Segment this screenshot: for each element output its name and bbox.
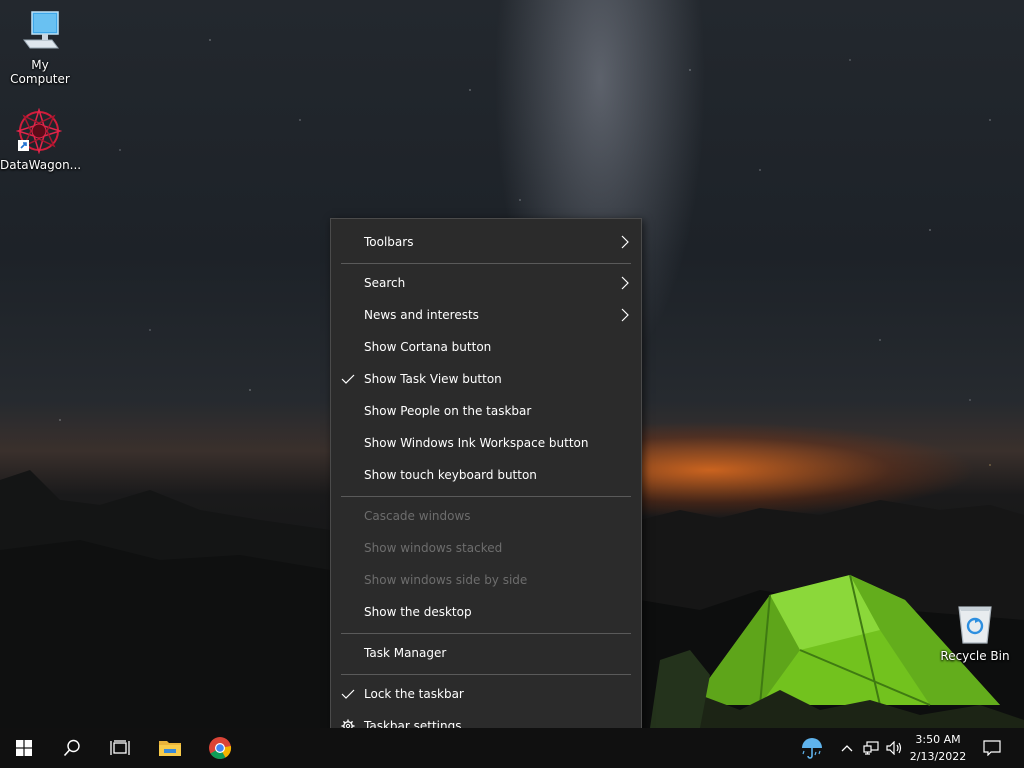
menu-item-label: Cascade windows bbox=[364, 509, 471, 523]
menu-item-label: Show windows stacked bbox=[364, 541, 503, 555]
menu-item-windows-side-by-side: Show windows side by side bbox=[331, 564, 641, 596]
menu-item-news-and-interests[interactable]: News and interests bbox=[331, 299, 641, 331]
desktop-icon-datawagon[interactable]: DataWagon... bbox=[0, 108, 82, 172]
menu-separator bbox=[341, 633, 631, 634]
network-button[interactable] bbox=[860, 728, 882, 768]
desktop-icon-label: DataWagon... bbox=[0, 158, 82, 172]
menu-item-label: Show Windows Ink Workspace button bbox=[364, 436, 589, 450]
menu-item-label: Show touch keyboard button bbox=[364, 468, 537, 482]
start-icon bbox=[16, 740, 32, 756]
chrome-icon bbox=[209, 737, 232, 759]
menu-item-lock-taskbar[interactable]: Lock the taskbar bbox=[331, 678, 641, 710]
menu-item-label: News and interests bbox=[364, 308, 479, 322]
clock-time: 3:50 AM bbox=[915, 733, 961, 746]
menu-separator bbox=[341, 674, 631, 675]
menu-item-show-cortana[interactable]: Show Cortana button bbox=[331, 331, 641, 363]
search-icon bbox=[63, 739, 80, 757]
chevron-right-icon bbox=[621, 235, 629, 249]
checkmark-icon bbox=[341, 689, 355, 699]
recycle-bin-icon bbox=[958, 606, 992, 644]
menu-item-label: Show windows side by side bbox=[364, 573, 528, 587]
desktop-icon-label: Recycle Bin bbox=[940, 649, 1010, 663]
computer-icon bbox=[23, 11, 59, 49]
menu-item-label: Show Task View button bbox=[364, 372, 502, 386]
menu-item-task-manager[interactable]: Task Manager bbox=[331, 637, 641, 669]
chevron-up-icon bbox=[841, 745, 853, 752]
file-explorer-button[interactable] bbox=[146, 728, 194, 768]
desktop-icon-label: My Computer bbox=[10, 58, 70, 86]
menu-item-show-task-view[interactable]: Show Task View button bbox=[331, 363, 641, 395]
file-explorer-icon bbox=[159, 741, 181, 756]
menu-item-show-ink-workspace[interactable]: Show Windows Ink Workspace button bbox=[331, 427, 641, 459]
menu-item-search[interactable]: Search bbox=[331, 267, 641, 299]
show-hidden-icons-button[interactable] bbox=[836, 728, 858, 768]
menu-separator bbox=[341, 496, 631, 497]
chevron-right-icon bbox=[621, 276, 629, 290]
notification-center-button[interactable] bbox=[980, 728, 1004, 768]
network-icon bbox=[863, 741, 879, 755]
menu-item-label: Show People on the taskbar bbox=[364, 404, 532, 418]
volume-button[interactable] bbox=[884, 728, 906, 768]
menu-item-label: Search bbox=[364, 276, 406, 290]
menu-item-show-touch-keyboard[interactable]: Show touch keyboard button bbox=[331, 459, 641, 491]
weather-umbrella-icon bbox=[802, 738, 822, 759]
menu-item-toolbars[interactable]: Toolbars bbox=[331, 226, 641, 258]
weather-button[interactable] bbox=[798, 728, 826, 768]
menu-item-label: Lock the taskbar bbox=[364, 687, 464, 701]
menu-item-show-desktop[interactable]: Show the desktop bbox=[331, 596, 641, 628]
notification-icon bbox=[983, 740, 1001, 756]
menu-item-windows-stacked: Show windows stacked bbox=[331, 532, 641, 564]
menu-item-label: Toolbars bbox=[364, 235, 414, 249]
menu-separator bbox=[341, 263, 631, 264]
menu-item-label: Task Manager bbox=[364, 646, 447, 660]
chevron-right-icon bbox=[621, 308, 629, 322]
checkmark-icon bbox=[341, 374, 355, 384]
task-view-button[interactable] bbox=[96, 728, 144, 768]
task-view-icon bbox=[110, 740, 130, 755]
datawagon-app-icon bbox=[16, 108, 62, 154]
start-button[interactable] bbox=[0, 728, 48, 768]
volume-icon bbox=[886, 741, 902, 755]
desktop-icon-recycle-bin[interactable]: Recycle Bin bbox=[936, 603, 1014, 663]
menu-item-show-people[interactable]: Show People on the taskbar bbox=[331, 395, 641, 427]
menu-item-label: Show Cortana button bbox=[364, 340, 492, 354]
menu-item-cascade-windows: Cascade windows bbox=[331, 500, 641, 532]
clock-date: 2/13/2022 bbox=[909, 750, 967, 763]
chrome-button[interactable] bbox=[196, 728, 244, 768]
taskbar-context-menu: Toolbars Search News and interests Show … bbox=[330, 218, 642, 750]
menu-item-label: Show the desktop bbox=[364, 605, 472, 619]
taskbar[interactable]: 3:50 AM 2/13/2022 bbox=[0, 728, 1024, 768]
system-clock[interactable]: 3:50 AM 2/13/2022 bbox=[906, 731, 970, 765]
search-button[interactable] bbox=[48, 728, 96, 768]
desktop-icon-my-computer[interactable]: My Computer bbox=[1, 10, 79, 86]
